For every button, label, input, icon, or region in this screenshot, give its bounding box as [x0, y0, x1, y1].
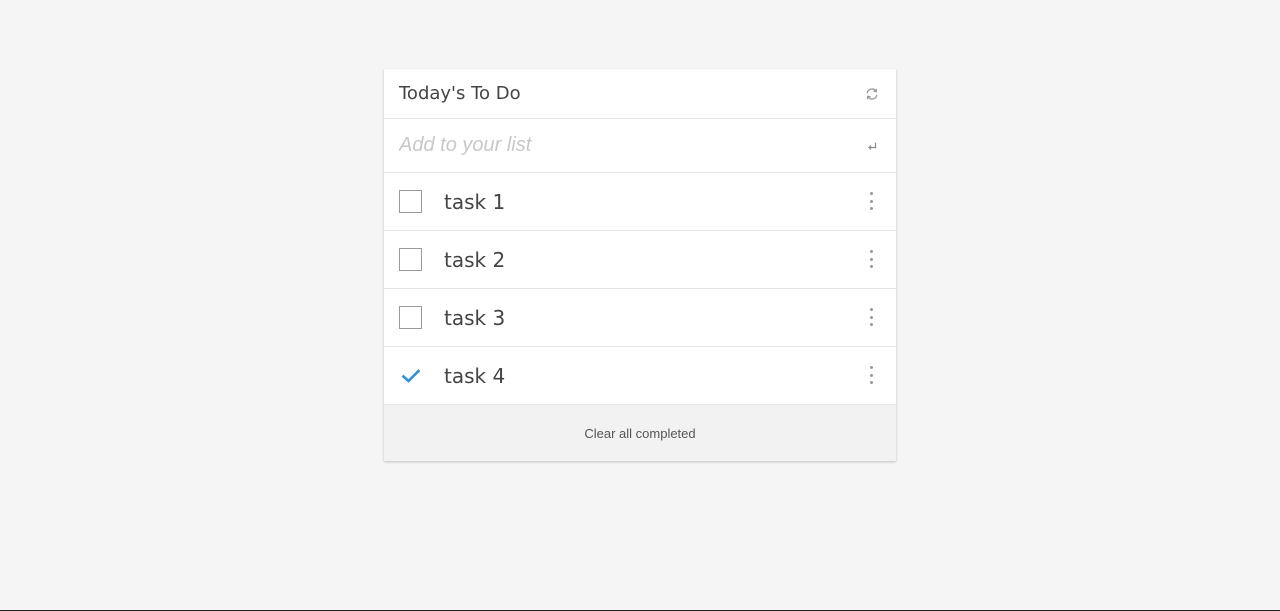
add-task-input[interactable]: [399, 134, 839, 157]
add-task-row: [384, 119, 896, 173]
task-checkbox[interactable]: [399, 248, 422, 271]
task-checkbox[interactable]: [399, 306, 422, 329]
checkmark-icon[interactable]: [399, 364, 422, 387]
clear-completed-button[interactable]: Clear all completed: [576, 422, 703, 445]
task-label: task 1: [444, 189, 506, 214]
enter-return-icon[interactable]: [863, 137, 881, 155]
more-vertical-icon[interactable]: [866, 308, 876, 326]
task-item: task 4: [384, 347, 896, 405]
more-vertical-icon[interactable]: [866, 250, 876, 268]
task-checkbox[interactable]: [399, 190, 422, 213]
page: Today's To Do task 1: [0, 0, 1280, 611]
refresh-icon[interactable]: [863, 85, 881, 103]
todo-footer: Clear all completed: [384, 405, 896, 461]
task-item: task 3: [384, 289, 896, 347]
task-item: task 2: [384, 231, 896, 289]
more-vertical-icon[interactable]: [866, 366, 876, 384]
task-label: task 2: [444, 247, 506, 272]
more-vertical-icon[interactable]: [866, 192, 876, 210]
page-title: Today's To Do: [399, 83, 521, 104]
todo-card: Today's To Do task 1: [384, 69, 896, 461]
todo-header: Today's To Do: [384, 69, 896, 119]
task-item: task 1: [384, 173, 896, 231]
task-label: task 4: [444, 363, 506, 388]
task-label: task 3: [444, 305, 506, 330]
